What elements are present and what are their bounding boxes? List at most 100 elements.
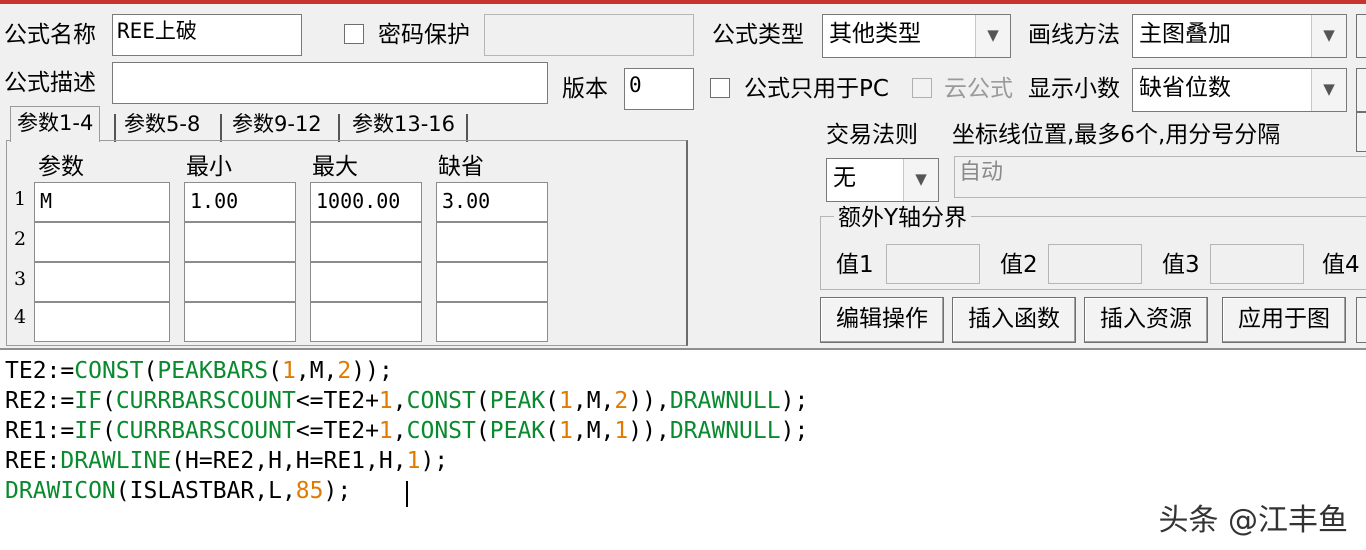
param-default-input[interactable]: [436, 302, 548, 342]
chevron-down-icon[interactable]: ▼: [903, 159, 938, 201]
side-button-2[interactable]: [1356, 68, 1366, 112]
param-min-input[interactable]: 1.00: [184, 182, 296, 222]
param-name-input[interactable]: [34, 222, 170, 262]
tab-params-1-4[interactable]: 参数1-4: [10, 106, 101, 142]
code-number: 1: [559, 418, 573, 444]
decimals-select[interactable]: 缺省位数 ▼: [1132, 68, 1347, 112]
y-value-1-input[interactable]: [886, 244, 980, 284]
tab-params-9-12[interactable]: 参数9-12: [226, 108, 328, 140]
param-name-input[interactable]: [34, 262, 170, 302]
param-default-input[interactable]: [436, 262, 548, 302]
tab-params-5-8[interactable]: 参数5-8: [118, 108, 206, 140]
code-number: 1: [378, 418, 393, 444]
code-text: REE:: [5, 448, 61, 474]
code-text: (: [101, 388, 116, 414]
y-value-3-label: 值3: [1162, 252, 1200, 278]
param-default-input[interactable]: [436, 222, 548, 262]
code-text: (: [101, 418, 116, 444]
insert-function-button[interactable]: 插入函数: [952, 297, 1076, 343]
insert-resource-button[interactable]: 插入资源: [1084, 297, 1208, 343]
param-max-input[interactable]: 1000.00: [310, 182, 422, 222]
param-min-input[interactable]: [184, 222, 296, 262]
chevron-down-icon[interactable]: ▼: [975, 15, 1010, 57]
code-keyword: IF: [74, 418, 102, 444]
param-max-input[interactable]: [310, 222, 422, 262]
code-text: );: [780, 388, 809, 414]
trade-rule-select[interactable]: 无 ▼: [826, 158, 939, 202]
code-number: 2: [337, 358, 352, 384]
tab-divider: [466, 114, 468, 142]
code-text: RE2:=: [5, 388, 75, 414]
param-header-min: 最小: [186, 154, 232, 180]
param-max-input[interactable]: [310, 302, 422, 342]
tab-divider: [220, 114, 222, 142]
code-text: RE1:=: [5, 418, 75, 444]
chevron-down-icon[interactable]: ▼: [1311, 15, 1346, 57]
code-text: );: [323, 478, 352, 504]
code-keyword: CURRBARSCOUNT: [115, 388, 296, 414]
code-text: (H=RE2,H,H=RE1,H,: [171, 448, 407, 474]
code-keyword: IF: [74, 388, 102, 414]
password-input[interactable]: [484, 14, 694, 56]
formula-desc-input[interactable]: [112, 62, 548, 104]
side-button-3[interactable]: [1356, 112, 1366, 152]
edit-operation-button[interactable]: 编辑操作: [820, 297, 944, 343]
y-value-4-label: 值4: [1322, 252, 1360, 278]
draw-method-select[interactable]: 主图叠加 ▼: [1132, 14, 1347, 58]
param-name-input[interactable]: [34, 302, 170, 342]
code-text: <=TE2+: [295, 418, 379, 444]
code-number: 1: [406, 448, 421, 474]
code-keyword: DRAWICON: [5, 478, 116, 504]
code-line[interactable]: RE1:=IF(CURRBARSCOUNT<=TE2+1,CONST(PEAK(…: [5, 416, 808, 446]
formula-type-label: 公式类型: [712, 22, 804, 48]
code-text: ,M,: [295, 358, 338, 384]
code-number: 2: [614, 388, 629, 414]
param-header-default: 缺省: [438, 154, 484, 180]
apply-to-chart-button[interactable]: 应用于图: [1222, 297, 1346, 343]
code-line[interactable]: DRAWICON(ISLASTBAR,L,85);: [5, 476, 351, 506]
formula-name-input[interactable]: REE上破: [112, 14, 302, 56]
version-input[interactable]: 0: [624, 68, 694, 110]
formula-desc-label: 公式描述: [4, 70, 96, 96]
code-keyword: CONST: [406, 418, 476, 444]
pc-only-checkbox[interactable]: [710, 78, 730, 98]
y-value-3-input[interactable]: [1210, 244, 1304, 284]
code-text: );: [780, 418, 809, 444]
param-min-input[interactable]: [184, 302, 296, 342]
code-number: 1: [282, 358, 296, 384]
code-text: (: [545, 388, 559, 414]
code-number: 1: [378, 388, 393, 414]
code-number: 1: [614, 418, 629, 444]
cloud-checkbox[interactable]: [912, 78, 932, 98]
axis-lines-input[interactable]: 自动: [954, 156, 1366, 198]
code-line[interactable]: REE:DRAWLINE(H=RE2,H,H=RE1,H,1);: [5, 446, 448, 476]
code-keyword: PEAK: [489, 418, 546, 444]
param-default-input[interactable]: 3.00: [436, 182, 548, 222]
param-max-input[interactable]: [310, 262, 422, 302]
param-row-number: 4: [14, 306, 27, 328]
param-min-input[interactable]: [184, 262, 296, 302]
chevron-down-icon[interactable]: ▼: [1311, 69, 1346, 111]
tab-divider: [338, 114, 340, 142]
tab-divider: [114, 114, 116, 142]
code-text: ,M,: [572, 388, 615, 414]
trade-rule-value: 无: [833, 165, 856, 191]
code-text: ,: [392, 418, 407, 444]
y-value-2-input[interactable]: [1048, 244, 1142, 284]
code-text: (: [475, 418, 490, 444]
code-line[interactable]: TE2:=CONST(PEAKBARS(1,M,2));: [5, 356, 393, 386]
extra-y-axis-title: 额外Y轴分界: [834, 205, 972, 231]
param-row-number: 1: [14, 188, 27, 210]
code-line[interactable]: RE2:=IF(CURRBARSCOUNT<=TE2+1,CONST(PEAK(…: [5, 386, 808, 416]
tab-params-13-16[interactable]: 参数13-16: [346, 108, 461, 140]
side-button-4[interactable]: [1356, 297, 1366, 343]
side-button-1[interactable]: [1356, 14, 1366, 58]
trade-rule-label: 交易法则: [826, 122, 918, 148]
code-text: )),: [628, 418, 670, 444]
param-header-max: 最大: [312, 154, 358, 180]
text-caret: [406, 481, 408, 507]
password-checkbox[interactable]: [344, 24, 364, 44]
param-name-input[interactable]: M: [34, 182, 170, 222]
formula-type-select[interactable]: 其他类型 ▼: [822, 14, 1011, 58]
code-text: ));: [351, 358, 393, 384]
